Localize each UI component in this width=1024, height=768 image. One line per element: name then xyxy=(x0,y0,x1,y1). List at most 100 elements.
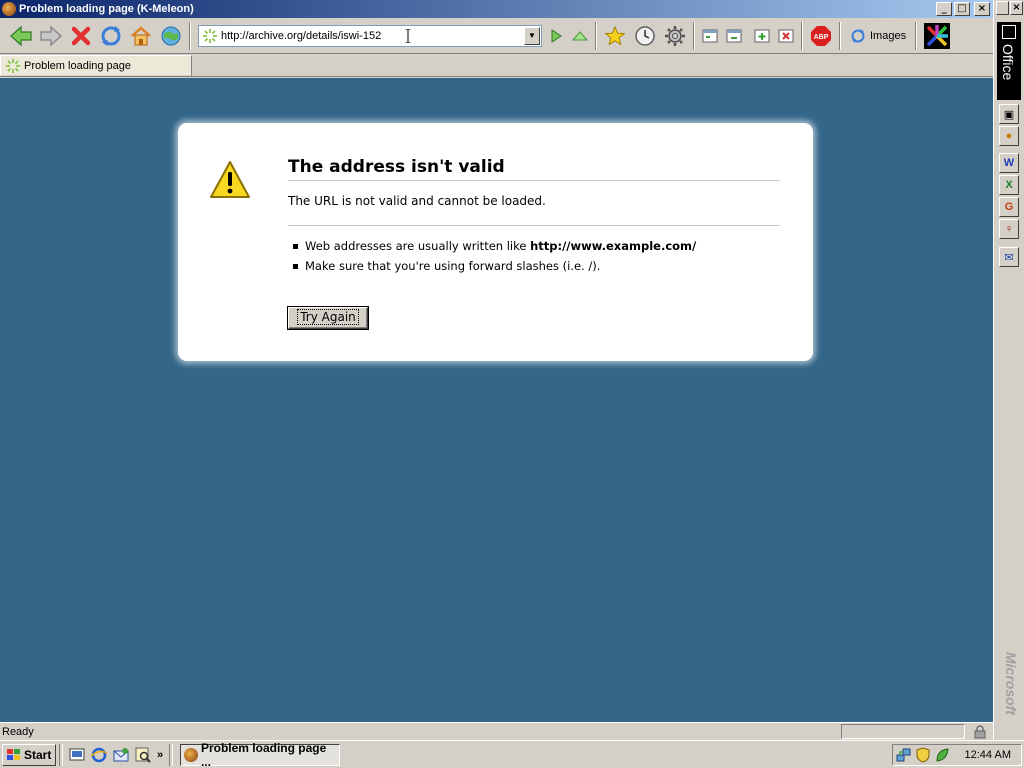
up-icon xyxy=(571,30,589,40)
toolbar-separator xyxy=(189,21,191,50)
leaf-icon[interactable] xyxy=(934,747,950,763)
window-layout-button-2[interactable] xyxy=(722,21,746,51)
loading-spinner-icon xyxy=(6,58,20,73)
window-icon xyxy=(702,29,718,42)
globe-button[interactable] xyxy=(156,21,186,51)
url-bar[interactable]: http://archive.org/details/iswi-152 ▼ xyxy=(198,24,542,47)
status-pane xyxy=(841,724,965,739)
network-icon[interactable] xyxy=(896,747,912,763)
try-again-button[interactable]: Try Again xyxy=(288,307,368,329)
reload-button[interactable] xyxy=(96,21,126,51)
office-access[interactable]: ♀ xyxy=(999,219,1019,239)
office-app-1[interactable]: ▣ xyxy=(999,104,1019,124)
taskbar-grip[interactable] xyxy=(169,743,173,766)
window-icon xyxy=(726,29,742,42)
window-layout-button-1[interactable] xyxy=(698,21,722,51)
toolbar-separator xyxy=(801,21,803,50)
quicklaunch-ie[interactable] xyxy=(88,744,110,766)
toolbar-separator xyxy=(839,21,841,50)
office-powerpoint[interactable]: G xyxy=(999,197,1019,217)
suggestion-item: Make sure that you're using forward slas… xyxy=(288,258,696,278)
word-icon: W xyxy=(1003,157,1015,169)
close-tab-button[interactable] xyxy=(774,21,798,51)
kmeleon-app-icon[interactable] xyxy=(2,2,16,16)
taskbar-window-label: Problem loading page ... xyxy=(200,740,327,768)
office-excel[interactable]: X xyxy=(999,175,1019,195)
quicklaunch-search[interactable] xyxy=(132,744,154,766)
new-tab-button[interactable] xyxy=(750,21,774,51)
window-title: Problem loading page (K-Meleon) xyxy=(19,3,194,15)
toolbar-separator xyxy=(915,21,918,50)
images-toggle-button[interactable]: Images xyxy=(844,23,912,49)
globe-icon xyxy=(161,26,181,45)
office-bar-close-button[interactable]: × xyxy=(1010,1,1023,15)
adblock-button[interactable]: ABP xyxy=(806,21,836,51)
settings-button[interactable] xyxy=(660,21,690,51)
office-window-icon xyxy=(1002,25,1016,39)
url-text[interactable]: http://archive.org/details/iswi-152 xyxy=(221,30,524,42)
back-icon xyxy=(10,25,32,46)
go-icon xyxy=(551,28,562,43)
office-camera-icon: ● xyxy=(1005,130,1013,142)
clock[interactable]: 12:44 AM xyxy=(965,749,1011,761)
security-lock[interactable] xyxy=(967,724,993,739)
microsoft-brand: Microsoft xyxy=(1003,652,1019,715)
show-desktop-icon xyxy=(69,748,85,760)
minimize-button[interactable]: _ xyxy=(936,2,952,16)
close-tab-icon xyxy=(778,29,794,42)
window-title-bar[interactable]: Problem loading page (K-Meleon) _ □ × xyxy=(0,0,993,18)
history-icon xyxy=(635,25,655,46)
office-word[interactable]: W xyxy=(999,153,1019,173)
forward-button[interactable] xyxy=(36,21,66,51)
close-button[interactable]: × xyxy=(974,2,990,16)
example-url: http://www.example.com/ xyxy=(530,239,697,253)
stop-button[interactable] xyxy=(66,21,96,51)
text-cursor-icon xyxy=(405,28,411,43)
restore-button[interactable]: □ xyxy=(954,2,970,16)
shield-icon[interactable] xyxy=(915,747,931,763)
up-button[interactable] xyxy=(568,21,592,51)
mosaic-icon[interactable] xyxy=(924,22,951,49)
divider xyxy=(288,225,780,226)
taskbar-window-button[interactable]: Problem loading page ... xyxy=(180,740,340,768)
quicklaunch-outlook[interactable] xyxy=(110,744,132,766)
office-label: Office xyxy=(1000,44,1016,81)
go-button[interactable] xyxy=(544,21,568,51)
page-content: The address isn't valid The URL is not v… xyxy=(0,78,993,722)
taskbar-grip[interactable] xyxy=(59,743,63,766)
office-bar-header[interactable]: Office xyxy=(997,22,1021,100)
back-button[interactable] xyxy=(6,21,36,51)
search-icon xyxy=(135,747,151,763)
start-button[interactable]: Start xyxy=(2,743,56,766)
images-label: Images xyxy=(870,29,907,42)
bookmarks-button[interactable] xyxy=(600,21,630,51)
home-icon xyxy=(131,25,151,45)
status-bar: Ready xyxy=(0,722,993,740)
access-icon: ♀ xyxy=(1004,223,1014,235)
error-panel: The address isn't valid The URL is not v… xyxy=(178,123,813,361)
tab-bar: Problem loading page xyxy=(0,55,993,77)
start-label: Start xyxy=(24,747,52,762)
desktop-screen: Problem loading page (K-Meleon) _ □ × ht… xyxy=(0,0,1024,768)
tab-label: Problem loading page xyxy=(24,59,132,72)
office-app-2[interactable]: ● xyxy=(999,126,1019,146)
suggestion-item: Web addresses are usually written like h… xyxy=(288,238,696,258)
quicklaunch-more-chevron[interactable]: » xyxy=(154,749,166,761)
tab-problem-loading-page[interactable]: Problem loading page xyxy=(0,55,192,76)
internet-explorer-icon xyxy=(91,747,107,762)
office-outlook[interactable]: ✉ xyxy=(999,247,1019,267)
loading-spinner-icon xyxy=(203,28,217,43)
kmeleon-app-icon xyxy=(184,747,198,762)
url-dropdown-button[interactable]: ▼ xyxy=(524,26,540,45)
quicklaunch-desktop[interactable] xyxy=(66,744,88,766)
history-button[interactable] xyxy=(630,21,660,51)
office-bar-controls: × xyxy=(996,1,1024,15)
toolbar-separator xyxy=(693,21,695,50)
status-text: Ready xyxy=(2,725,34,738)
home-button[interactable] xyxy=(126,21,156,51)
windows-flag-icon xyxy=(7,748,20,760)
images-toggle-icon xyxy=(851,28,865,43)
reload-icon xyxy=(101,25,121,46)
office-bar-menu-button[interactable] xyxy=(996,1,1009,15)
outlook-icon: ✉ xyxy=(1004,251,1014,264)
